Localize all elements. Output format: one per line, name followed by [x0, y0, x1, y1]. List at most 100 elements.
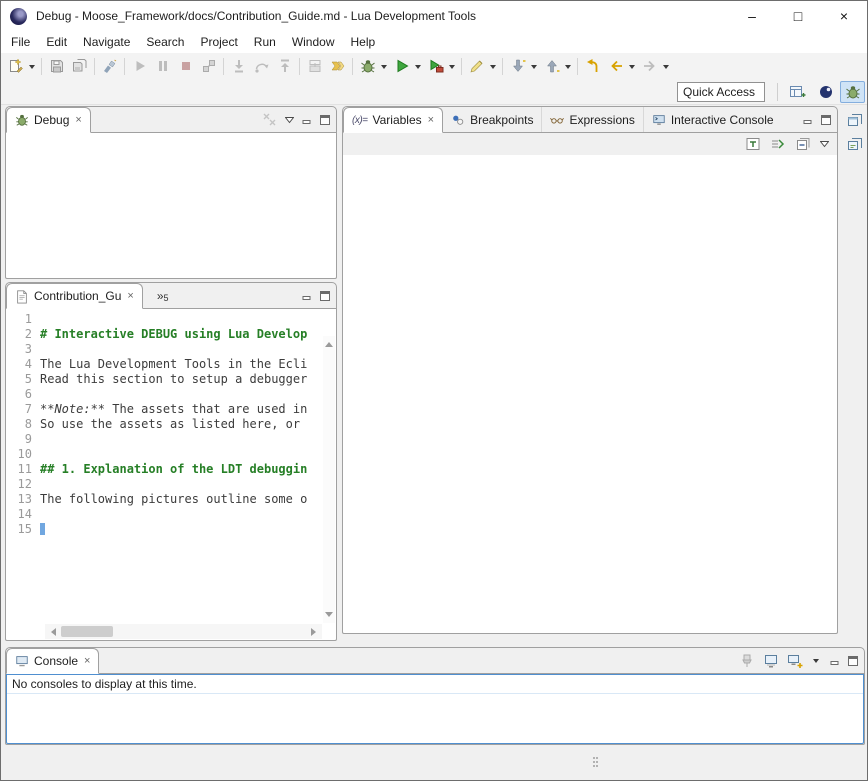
- maximize-window-button[interactable]: □: [775, 1, 821, 31]
- editor-lines: 1 2# Interactive DEBUG using Lua Develop…: [6, 312, 323, 537]
- pin-console-button[interactable]: [739, 653, 755, 669]
- save-all-button[interactable]: [68, 54, 91, 78]
- tab-interactive-console[interactable]: Interactive Console: [643, 107, 782, 132]
- show-logical-structures-button[interactable]: [770, 136, 786, 152]
- remove-terminated-button[interactable]: [262, 112, 277, 127]
- tab-expressions[interactable]: Expressions: [541, 107, 642, 132]
- console-view-controls: [739, 648, 858, 673]
- back-button[interactable]: [604, 54, 627, 78]
- scrollbar-thumb[interactable]: [61, 626, 113, 637]
- scroll-left-icon[interactable]: [47, 628, 56, 636]
- open-console-dropdown[interactable]: [811, 649, 821, 673]
- resume-button[interactable]: [128, 54, 151, 78]
- menu-search[interactable]: Search: [138, 32, 192, 52]
- expressions-icon: [550, 113, 564, 127]
- menu-help[interactable]: Help: [343, 32, 384, 52]
- step-into-button[interactable]: [227, 54, 250, 78]
- forward-dropdown[interactable]: [661, 54, 671, 78]
- collapse-all-button[interactable]: [795, 136, 811, 152]
- run-dropdown[interactable]: [413, 54, 423, 78]
- view-menu-button[interactable]: [820, 140, 829, 148]
- step-over-button[interactable]: [250, 54, 273, 78]
- tab-console[interactable]: Console ×: [6, 648, 99, 674]
- menu-run[interactable]: Run: [246, 32, 284, 52]
- save-button[interactable]: [45, 54, 68, 78]
- tab-breakpoints[interactable]: Breakpoints: [443, 107, 541, 132]
- toolbar-separator: [223, 58, 224, 75]
- lua-perspective-button[interactable]: [813, 81, 838, 103]
- resume-icon: [132, 58, 148, 74]
- editor-text-area[interactable]: 1 2# Interactive DEBUG using Lua Develop…: [6, 309, 336, 640]
- show-logical-structures-icon: [770, 136, 786, 152]
- close-tab-icon[interactable]: ×: [84, 655, 90, 667]
- maximize-view-button[interactable]: [320, 115, 330, 125]
- minimize-view-button[interactable]: [803, 115, 813, 125]
- next-annotation-dropdown[interactable]: [529, 54, 539, 78]
- maximize-view-button[interactable]: [821, 115, 831, 125]
- restore-view-icon: [847, 136, 863, 152]
- scroll-up-icon[interactable]: [325, 338, 333, 347]
- code-text: **Note:** The assets that are used in: [40, 402, 307, 417]
- next-annotation-button[interactable]: [506, 54, 529, 78]
- use-step-filters-button[interactable]: [326, 54, 349, 78]
- last-edit-location-button[interactable]: [581, 54, 604, 78]
- menu-project[interactable]: Project: [192, 32, 245, 52]
- close-tab-icon[interactable]: ×: [127, 290, 133, 302]
- previous-annotation-button[interactable]: [540, 54, 563, 78]
- view-menu-button[interactable]: [285, 116, 294, 124]
- debug-dropdown[interactable]: [379, 54, 389, 78]
- debug-view-content[interactable]: [6, 133, 336, 278]
- mark-occurrences-dropdown[interactable]: [488, 54, 498, 78]
- new-wizard-button[interactable]: [4, 54, 27, 78]
- scroll-right-icon[interactable]: [311, 628, 320, 636]
- menu-edit[interactable]: Edit: [38, 32, 75, 52]
- tab-contribution-guide[interactable]: Contribution_Gu ×: [6, 283, 143, 309]
- show-type-names-button[interactable]: [745, 136, 761, 152]
- search-button[interactable]: [98, 54, 121, 78]
- menu-window[interactable]: Window: [284, 32, 343, 52]
- close-window-button[interactable]: ×: [821, 1, 867, 31]
- minimize-view-button[interactable]: [302, 291, 312, 301]
- variables-content[interactable]: [343, 155, 837, 633]
- scroll-down-icon[interactable]: [325, 612, 333, 621]
- editor-line: 1: [6, 312, 323, 327]
- terminate-button[interactable]: [174, 54, 197, 78]
- editor-horizontal-scrollbar[interactable]: [45, 624, 322, 639]
- close-tab-icon[interactable]: ×: [428, 114, 434, 126]
- drop-to-frame-button[interactable]: [303, 54, 326, 78]
- editor-vertical-scrollbar[interactable]: [323, 336, 335, 623]
- hidden-editors-chevron[interactable]: »5: [157, 283, 169, 308]
- menu-navigate[interactable]: Navigate: [75, 32, 138, 52]
- debug-button[interactable]: [356, 54, 379, 78]
- suspend-button[interactable]: [151, 54, 174, 78]
- new-wizard-dropdown[interactable]: [27, 54, 37, 78]
- display-selected-console-button[interactable]: [763, 653, 779, 669]
- open-perspective-button[interactable]: [785, 81, 810, 103]
- minimize-window-button[interactable]: –: [729, 1, 775, 31]
- close-tab-icon[interactable]: ×: [75, 114, 81, 126]
- previous-annotation-dropdown[interactable]: [563, 54, 573, 78]
- restore-minimized-view-button[interactable]: [844, 133, 866, 155]
- debug-perspective-button[interactable]: [840, 81, 865, 103]
- mark-occurrences-button[interactable]: [465, 54, 488, 78]
- back-dropdown[interactable]: [627, 54, 637, 78]
- external-tools-button[interactable]: [424, 54, 447, 78]
- menu-file[interactable]: File: [3, 32, 38, 52]
- tab-debug[interactable]: Debug ×: [6, 107, 91, 133]
- forward-button[interactable]: [638, 54, 661, 78]
- statusbar-drag-handle[interactable]: [593, 757, 599, 769]
- app-icon[interactable]: [10, 8, 27, 25]
- tab-variables[interactable]: (x)= Variables ×: [343, 107, 443, 133]
- open-console-button[interactable]: [787, 653, 803, 669]
- maximize-view-button[interactable]: [848, 656, 858, 666]
- external-tools-dropdown[interactable]: [447, 54, 457, 78]
- minimize-view-button[interactable]: [302, 115, 312, 125]
- restore-minimized-view-button[interactable]: [844, 109, 866, 131]
- run-button[interactable]: [390, 54, 413, 78]
- step-return-button[interactable]: [273, 54, 296, 78]
- console-content[interactable]: No consoles to display at this time.: [6, 674, 864, 744]
- maximize-view-button[interactable]: [320, 291, 330, 301]
- disconnect-button[interactable]: [197, 54, 220, 78]
- minimize-view-button[interactable]: [830, 656, 840, 666]
- quick-access-field[interactable]: Quick Access: [677, 82, 765, 102]
